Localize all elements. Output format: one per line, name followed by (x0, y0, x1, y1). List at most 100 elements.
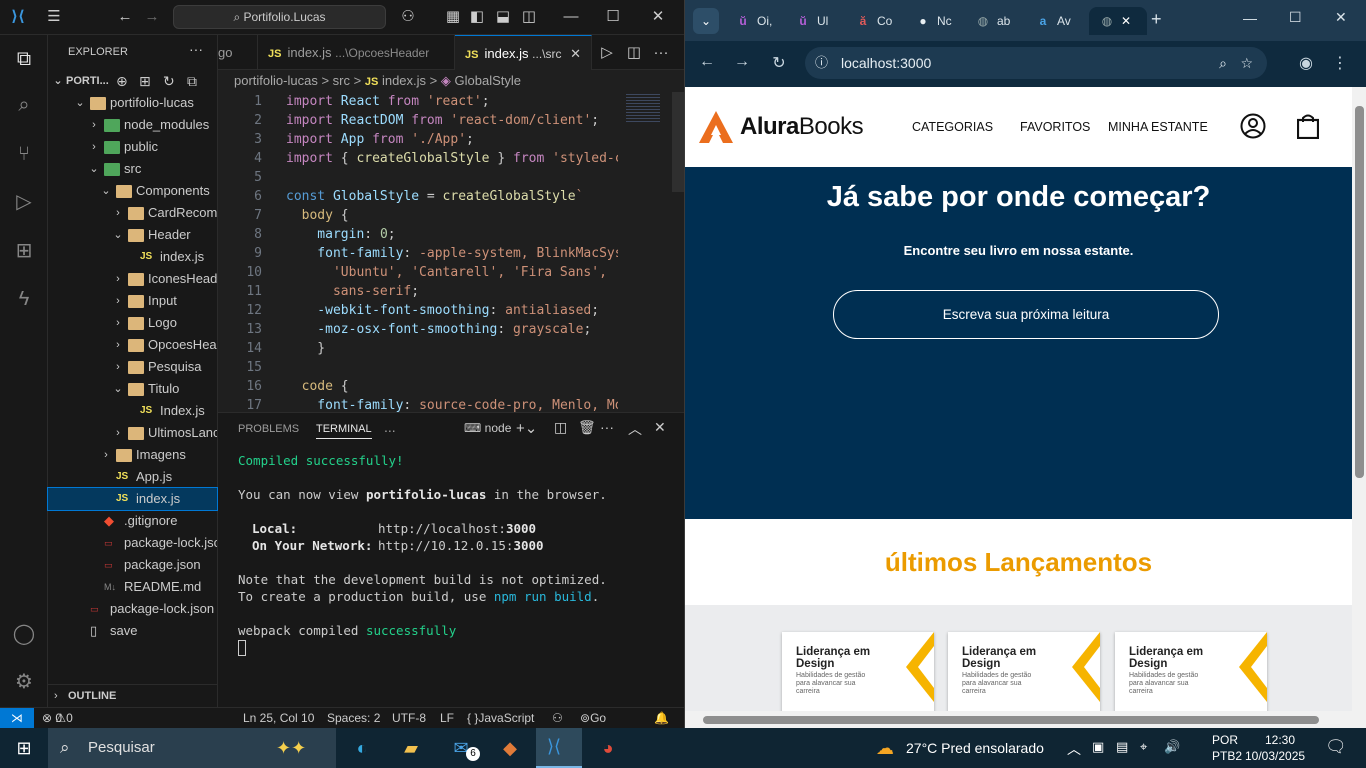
git-app-icon[interactable]: ◆ (498, 736, 522, 760)
back-arrow-icon[interactable]: ← (696, 53, 718, 71)
remote-icon[interactable]: ⋊ (0, 708, 34, 729)
breadcrumb-item[interactable]: src (333, 73, 350, 88)
horizontal-scrollbar-thumb[interactable] (703, 716, 1319, 724)
layout-icon[interactable]: ▦ (442, 6, 464, 28)
tree-item[interactable]: ◆ .gitignore (48, 510, 217, 532)
chrome-tab[interactable]: ă Co (845, 7, 901, 35)
tree-item[interactable]: › UltimosLanca... (48, 422, 217, 444)
reload-icon[interactable]: ↻ (768, 53, 790, 73)
explorer-icon[interactable]: ⧉ (10, 45, 38, 73)
weather-icon[interactable]: ☁ (873, 736, 897, 760)
meet-now-icon[interactable]: ▣ (1092, 739, 1104, 755)
tab-go[interactable]: go (218, 35, 258, 70)
tree-item[interactable]: ▯ save (48, 620, 217, 642)
eol[interactable]: LF (440, 708, 454, 728)
split-terminal-icon[interactable]: ◫ (554, 419, 567, 436)
toggle-secondary-sidebar-icon[interactable]: ◫ (518, 6, 540, 28)
language-secondary[interactable]: PTB2 (1212, 749, 1242, 763)
tree-item[interactable]: JS Index.js (48, 400, 217, 422)
tree-item[interactable]: ⌄ Components (48, 180, 217, 202)
notifications-icon[interactable]: 🔔 (654, 708, 669, 728)
tree-item[interactable]: › Pesquisa (48, 356, 217, 378)
chrome-tab[interactable]: ŭ Oi, (725, 7, 781, 35)
tree-item[interactable]: JS App.js (48, 466, 217, 488)
chrome-tab[interactable]: a Av (1025, 7, 1081, 35)
editor-more-icon[interactable]: ··· (650, 42, 672, 64)
split-editor-icon[interactable]: ◫ (623, 42, 645, 64)
language-primary[interactable]: POR (1212, 733, 1238, 747)
new-file-icon[interactable]: ⊕ (116, 70, 128, 92)
account-icon[interactable]: ◯ (10, 620, 38, 648)
nav-minha-estante[interactable]: MINHA ESTANTE (1108, 120, 1208, 134)
new-terminal-icon[interactable]: +⌄ (516, 419, 537, 437)
new-folder-icon[interactable]: ⊞ (139, 70, 151, 92)
clock-date[interactable]: 10/03/2025 (1245, 749, 1305, 763)
site-info-icon[interactable]: ⓘ (815, 47, 828, 79)
notification-center-icon[interactable]: 🗨 (1325, 737, 1347, 757)
tab-terminal[interactable]: TERMINAL (316, 423, 372, 439)
maximize-icon[interactable]: ☐ (1289, 9, 1302, 26)
maximize-panel-icon[interactable]: ︿ (628, 419, 642, 439)
workspace-root[interactable]: ⌄ PORTI... ⊕ ⊞ ↻ ⧉ (48, 70, 217, 92)
tree-item[interactable]: ▭ package.json (48, 554, 217, 576)
copilot-icon[interactable]: ⚇ (397, 6, 419, 28)
toggle-sidebar-icon[interactable]: ◧ (466, 6, 488, 28)
windows-start-icon[interactable]: ⊞ (12, 736, 36, 760)
bookmark-star-icon[interactable]: ☆ (1240, 47, 1253, 79)
go-live-button[interactable]: ⊚ Go Live (580, 708, 612, 745)
menu-icon[interactable]: ☰ (43, 6, 65, 28)
network-icon[interactable]: ⌖ (1140, 739, 1147, 755)
tab-index-src[interactable]: JS index.js ...\src ✕ (455, 35, 592, 70)
source-control-icon[interactable]: ⑂ (10, 140, 38, 168)
more-actions-icon[interactable]: ··· (189, 41, 203, 57)
edge-icon[interactable]: ◐ (350, 736, 374, 760)
display-icon[interactable]: ▤ (1116, 739, 1128, 755)
panel-more-icon[interactable]: ... (384, 419, 396, 435)
file-explorer-icon[interactable]: ▰ (399, 736, 423, 760)
maximize-icon[interactable]: ☐ (602, 6, 624, 28)
minimap[interactable] (618, 92, 684, 412)
profile-avatar[interactable]: ◉ (1295, 53, 1317, 73)
vscode-taskbar-button[interactable]: ⟩⟨ (536, 728, 582, 768)
zoom-icon[interactable]: ⌕ (1219, 47, 1227, 79)
minimize-icon[interactable]: — (1243, 10, 1257, 26)
breadcrumb-item[interactable]: GlobalStyle (455, 73, 521, 88)
tab-problems[interactable]: PROBLEMS (238, 423, 299, 435)
extensions-icon[interactable]: ⊞ (10, 237, 38, 265)
site-logo[interactable]: AluraBooks (740, 113, 864, 141)
breadcrumb-item[interactable]: portifolio-lucas (234, 73, 318, 88)
minimap-slider[interactable] (672, 92, 684, 192)
close-icon[interactable]: ✕ (647, 6, 669, 28)
copilot-status-icon[interactable]: ⚇ (552, 708, 563, 728)
encoding[interactable]: UTF-8 (392, 708, 426, 728)
tree-item[interactable]: M↓ README.md (48, 576, 217, 598)
panel-more-icon[interactable]: ··· (600, 419, 614, 435)
address-bar[interactable]: ⓘ localhost:3000 ⌕ ☆ (805, 47, 1267, 79)
tab-index-opcoesheader[interactable]: JS index.js ...\OpcoesHeader (258, 35, 455, 70)
collapse-all-icon[interactable]: ⧉ (187, 70, 197, 92)
problems-status[interactable]: ⊗ 0 ⚠ 0 (42, 708, 73, 728)
nav-favoritos[interactable]: FAVORITOS (1020, 120, 1090, 134)
forward-arrow-icon[interactable]: → (141, 6, 163, 28)
tree-item[interactable]: ⌄ Header (48, 224, 217, 246)
close-panel-icon[interactable]: ✕ (654, 419, 666, 436)
chrome-tab[interactable]: ● Nc (905, 7, 961, 35)
back-arrow-icon[interactable]: ← (114, 6, 136, 28)
forward-arrow-icon[interactable]: → (731, 53, 753, 71)
tree-item[interactable]: JS index.js (48, 246, 217, 268)
tree-item[interactable]: ⌄ Titulo (48, 378, 217, 400)
show-hidden-icons[interactable]: ︿ (1067, 739, 1081, 759)
book-card[interactable]: Liderança em Design Habilidades de gestã… (782, 632, 934, 711)
toggle-panel-icon[interactable]: ⬓ (492, 6, 514, 28)
tree-item[interactable]: › node_modules (48, 114, 217, 136)
tree-item[interactable]: › public (48, 136, 217, 158)
trash-icon[interactable]: 🗑 (578, 419, 596, 436)
volume-icon[interactable]: 🔊 (1164, 739, 1180, 755)
tree-item[interactable]: › CardRecome... (48, 202, 217, 224)
tree-item[interactable]: › Imagens (48, 444, 217, 466)
book-card[interactable]: Liderança em Design Habilidades de gestã… (948, 632, 1100, 711)
tab-search-icon[interactable]: ⌄ (693, 8, 719, 34)
run-debug-icon[interactable]: ▷ (10, 188, 38, 216)
tree-item[interactable]: ⌄ portifolio-lucas (48, 92, 217, 114)
terminal-shell-selector[interactable]: ⌨ node (464, 421, 511, 435)
